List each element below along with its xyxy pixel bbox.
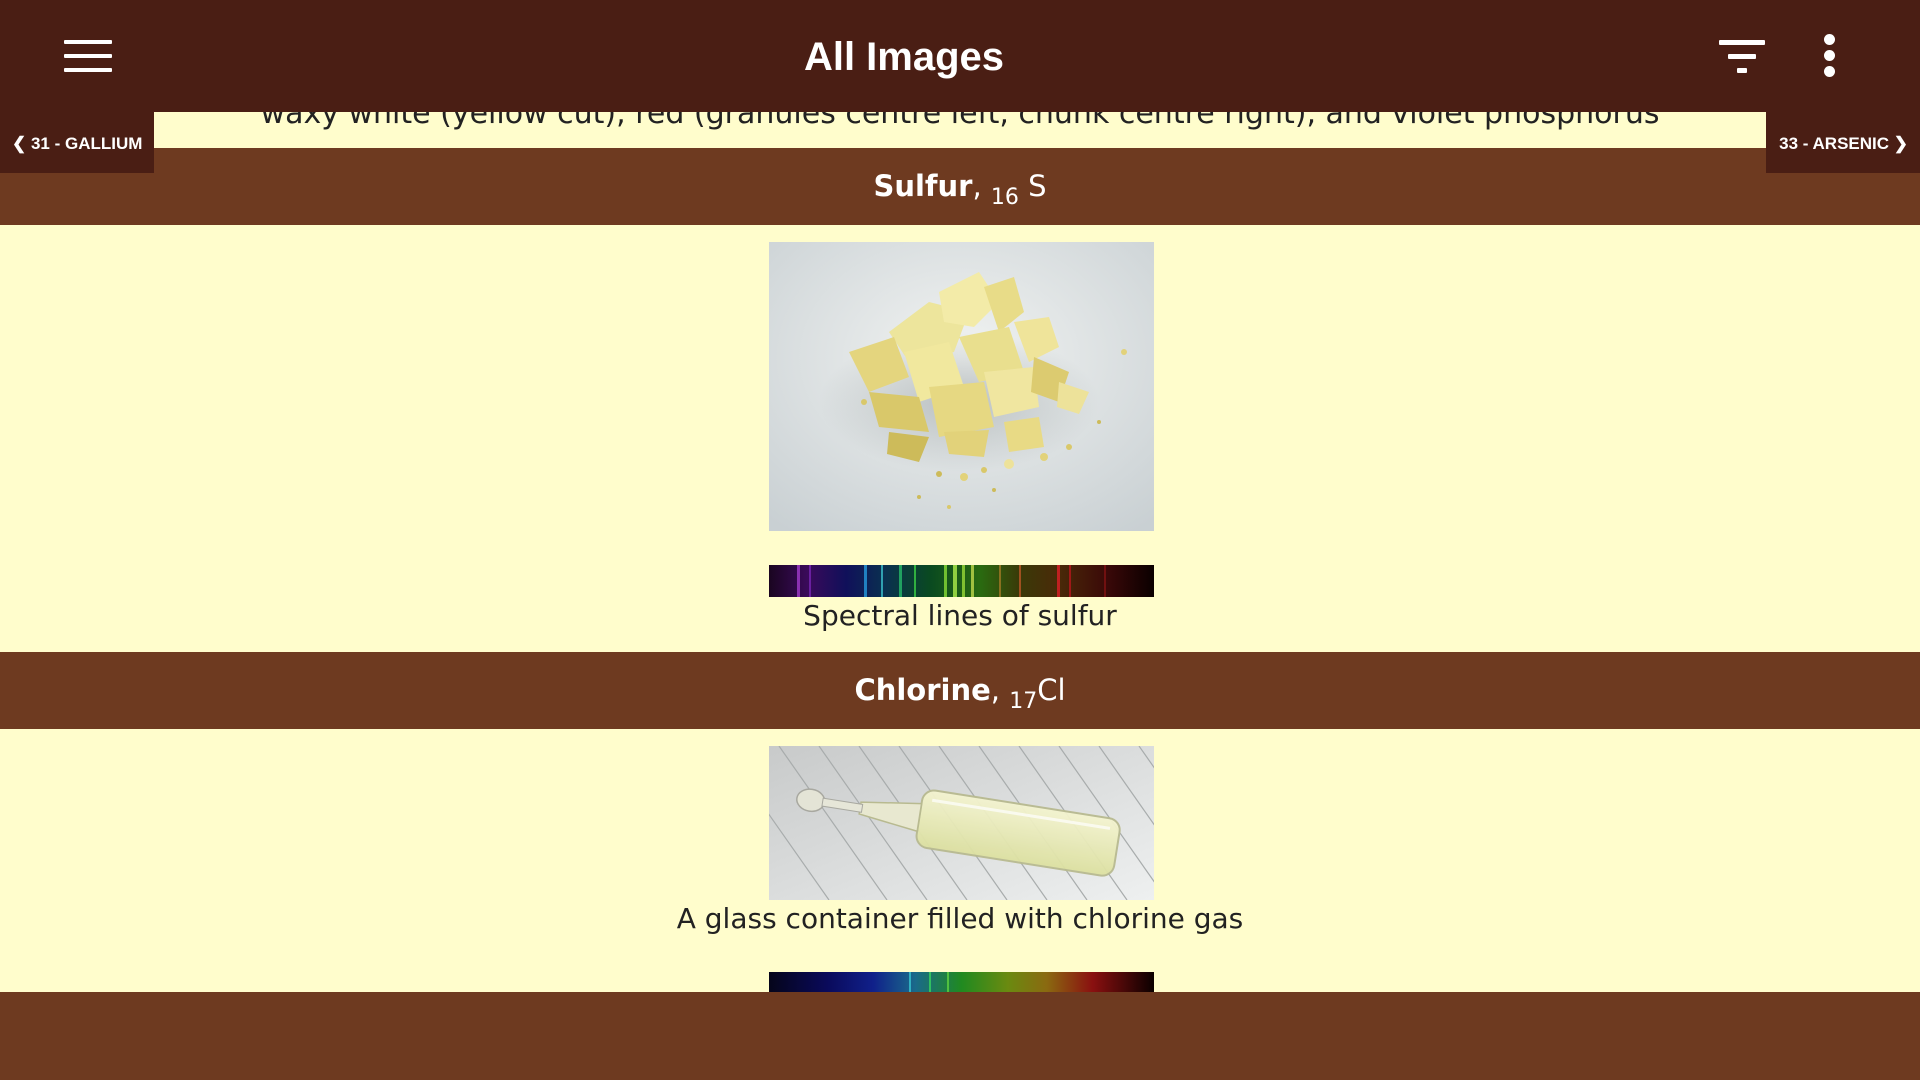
page-title: All Images [803,35,1005,79]
image-list[interactable]: waxy white (yellow cut), red (granules c… [0,0,1920,992]
atomic-number: 16 [990,185,1019,210]
photo-caption: A glass container filled with chlorine g… [676,902,1244,935]
bottom-bar [0,992,1920,1080]
filter-icon[interactable] [1713,34,1773,78]
element-name: Chlorine [854,673,991,707]
sulfur-spectrum-image[interactable] [769,565,1154,597]
sulfur-photo[interactable] [769,242,1154,531]
chlorine-photo[interactable] [769,746,1154,900]
element-symbol: Cl [1037,673,1066,707]
previous-element-button[interactable]: ❮ 31 - GALLIUM [0,112,154,173]
section-header-chlorine: Chlorine, 17Cl [0,652,1920,729]
spectrum-caption: Spectral lines of sulfur [803,599,1117,632]
element-symbol: S [1028,169,1047,203]
app-bar: All Images [0,0,1920,112]
more-vert-icon[interactable] [1812,30,1852,82]
atomic-number: 17 [1009,689,1038,714]
next-element-button[interactable]: 33 - ARSENIC ❯ [1766,112,1920,173]
element-name: Sulfur [873,169,973,203]
chlorine-spectrum-image[interactable] [769,972,1154,992]
section-header-sulfur: Sulfur, 16 S [0,148,1920,225]
